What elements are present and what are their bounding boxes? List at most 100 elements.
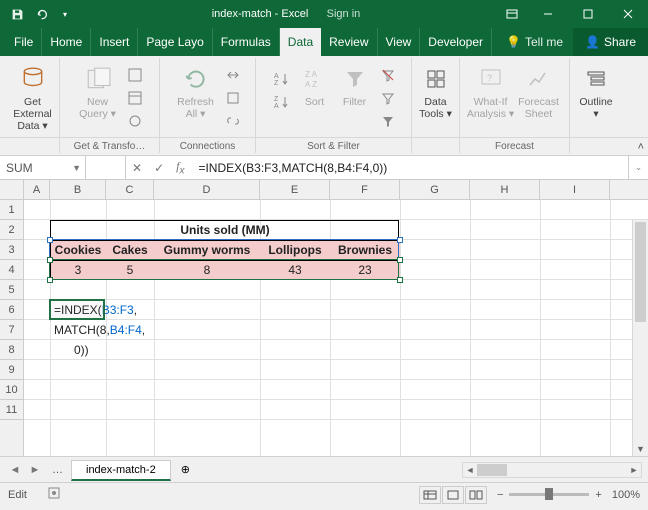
select-all-corner[interactable] bbox=[0, 180, 24, 199]
row-header-8[interactable]: 8 bbox=[0, 340, 23, 360]
outline-button[interactable]: Outline ▾ bbox=[572, 60, 620, 120]
cell-header-1[interactable]: Cakes bbox=[106, 240, 154, 260]
clear-filter-button[interactable] bbox=[377, 64, 399, 86]
cell-formula-line-1[interactable]: =INDEX(B3:F3, bbox=[50, 300, 250, 320]
sort-za-button[interactable]: ZA bbox=[271, 91, 293, 113]
collapse-ribbon-icon[interactable]: ˄ bbox=[638, 141, 644, 153]
cell-header-3[interactable]: Lollipops bbox=[260, 240, 330, 260]
column-header-E[interactable]: E bbox=[260, 180, 330, 199]
row-header-4[interactable]: 4 bbox=[0, 260, 23, 280]
maximize-button[interactable] bbox=[568, 0, 608, 28]
cell-value-0[interactable]: 3 bbox=[50, 260, 106, 280]
column-header-C[interactable]: C bbox=[106, 180, 154, 199]
properties-button[interactable] bbox=[222, 87, 244, 109]
scroll-down-icon[interactable]: ▼ bbox=[633, 442, 648, 456]
connections-button[interactable] bbox=[222, 64, 244, 86]
horizontal-scrollbar[interactable]: ◄ ► bbox=[462, 462, 642, 478]
vertical-scrollbar[interactable]: ▲ ▼ bbox=[632, 220, 648, 456]
share-button[interactable]: 👤 Share bbox=[573, 28, 648, 56]
cell-formula-line-2[interactable]: MATCH(8,B4:F4, bbox=[50, 320, 250, 340]
refresh-all-button[interactable]: Refresh All ▾ bbox=[172, 60, 220, 120]
sheet-nav-prev[interactable]: ◄ bbox=[6, 460, 24, 480]
get-external-data-button[interactable]: Get External Data ▾ bbox=[9, 60, 57, 132]
name-box[interactable]: SUM ▼ bbox=[0, 156, 86, 179]
qat-customize-icon[interactable]: ▾ bbox=[54, 3, 76, 25]
scroll-left-icon[interactable]: ◄ bbox=[463, 463, 477, 477]
undo-button[interactable] bbox=[30, 3, 52, 25]
whatif-button[interactable]: ? What-If Analysis ▾ bbox=[467, 60, 515, 120]
row-header-9[interactable]: 9 bbox=[0, 360, 23, 380]
tab-developer[interactable]: Developer bbox=[420, 28, 492, 56]
column-header-F[interactable]: F bbox=[330, 180, 400, 199]
tab-review[interactable]: Review bbox=[321, 28, 377, 56]
save-button[interactable] bbox=[6, 3, 28, 25]
normal-view-button[interactable] bbox=[419, 486, 441, 504]
cell-title[interactable]: Units sold (MM) bbox=[50, 220, 400, 240]
column-header-I[interactable]: I bbox=[540, 180, 610, 199]
enter-formula-button[interactable]: ✓ bbox=[154, 161, 164, 175]
reapply-button[interactable] bbox=[377, 87, 399, 109]
new-query-button[interactable]: New Query ▾ bbox=[74, 60, 122, 120]
row-header-11[interactable]: 11 bbox=[0, 400, 23, 420]
expand-formula-bar-icon[interactable]: ⌄ bbox=[628, 156, 648, 179]
show-queries-button[interactable] bbox=[124, 64, 146, 86]
signin-link[interactable]: Sign in bbox=[327, 8, 361, 20]
close-button[interactable] bbox=[608, 0, 648, 28]
zoom-out-button[interactable]: − bbox=[497, 489, 503, 501]
cell-value-4[interactable]: 23 bbox=[330, 260, 400, 280]
column-header-H[interactable]: H bbox=[470, 180, 540, 199]
macro-record-icon[interactable] bbox=[47, 486, 61, 503]
sheet-ellipsis[interactable]: … bbox=[44, 464, 71, 476]
recent-sources-button[interactable] bbox=[124, 110, 146, 132]
tell-me-search[interactable]: 💡 Tell me bbox=[496, 28, 573, 56]
row-header-3[interactable]: 3 bbox=[0, 240, 23, 260]
tab-home[interactable]: Home bbox=[42, 28, 91, 56]
tab-page-layout[interactable]: Page Layo bbox=[138, 28, 212, 56]
sheet-tab-active[interactable]: index-match-2 bbox=[71, 460, 171, 481]
row-header-1[interactable]: 1 bbox=[0, 200, 23, 220]
minimize-button[interactable] bbox=[528, 0, 568, 28]
column-header-D[interactable]: D bbox=[154, 180, 260, 199]
page-break-view-button[interactable] bbox=[465, 486, 487, 504]
cell-value-3[interactable]: 43 bbox=[260, 260, 330, 280]
cancel-formula-button[interactable]: ✕ bbox=[132, 161, 142, 175]
row-header-10[interactable]: 10 bbox=[0, 380, 23, 400]
new-sheet-button[interactable]: ⊕ bbox=[171, 463, 200, 476]
page-layout-view-button[interactable] bbox=[442, 486, 464, 504]
column-header-G[interactable]: G bbox=[400, 180, 470, 199]
cell-header-0[interactable]: Cookies bbox=[50, 240, 106, 260]
column-header-A[interactable]: A bbox=[24, 180, 50, 199]
cell-header-4[interactable]: Brownies bbox=[330, 240, 400, 260]
tab-formulas[interactable]: Formulas bbox=[213, 28, 280, 56]
advanced-filter-button[interactable] bbox=[377, 110, 399, 132]
forecast-sheet-button[interactable]: Forecast Sheet bbox=[515, 60, 563, 120]
cell-value-1[interactable]: 5 bbox=[106, 260, 154, 280]
tab-data[interactable]: Data bbox=[280, 28, 321, 56]
data-tools-button[interactable]: Data Tools ▾ bbox=[412, 60, 460, 120]
zoom-slider[interactable] bbox=[509, 493, 589, 496]
row-header-2[interactable]: 2 bbox=[0, 220, 23, 240]
row-header-7[interactable]: 7 bbox=[0, 320, 23, 340]
sheet-nav-next[interactable]: ► bbox=[26, 460, 44, 480]
zoom-level[interactable]: 100% bbox=[612, 489, 640, 501]
edit-links-button[interactable] bbox=[222, 110, 244, 132]
row-header-6[interactable]: 6 bbox=[0, 300, 23, 320]
vertical-scroll-thumb[interactable] bbox=[635, 222, 646, 322]
ribbon-display-options[interactable] bbox=[496, 0, 528, 28]
cell-formula-line-3[interactable]: 0)) bbox=[50, 340, 250, 360]
cells-area[interactable]: Units sold (MM)CookiesCakesGummy wormsLo… bbox=[24, 200, 648, 456]
insert-function-button[interactable]: fx bbox=[176, 159, 184, 176]
zoom-slider-knob[interactable] bbox=[545, 488, 553, 500]
column-header-B[interactable]: B bbox=[50, 180, 106, 199]
from-table-button[interactable] bbox=[124, 87, 146, 109]
row-header-5[interactable]: 5 bbox=[0, 280, 23, 300]
horizontal-scroll-thumb[interactable] bbox=[477, 464, 507, 476]
filter-button[interactable]: Filter bbox=[335, 60, 375, 108]
scroll-right-icon[interactable]: ► bbox=[627, 463, 641, 477]
formula-input[interactable] bbox=[190, 156, 628, 179]
tab-file[interactable]: File bbox=[6, 28, 42, 56]
zoom-in-button[interactable]: + bbox=[595, 489, 601, 501]
tab-view[interactable]: View bbox=[378, 28, 421, 56]
cell-header-2[interactable]: Gummy worms bbox=[154, 240, 260, 260]
sort-button[interactable]: Z AA Z Sort bbox=[295, 60, 335, 108]
